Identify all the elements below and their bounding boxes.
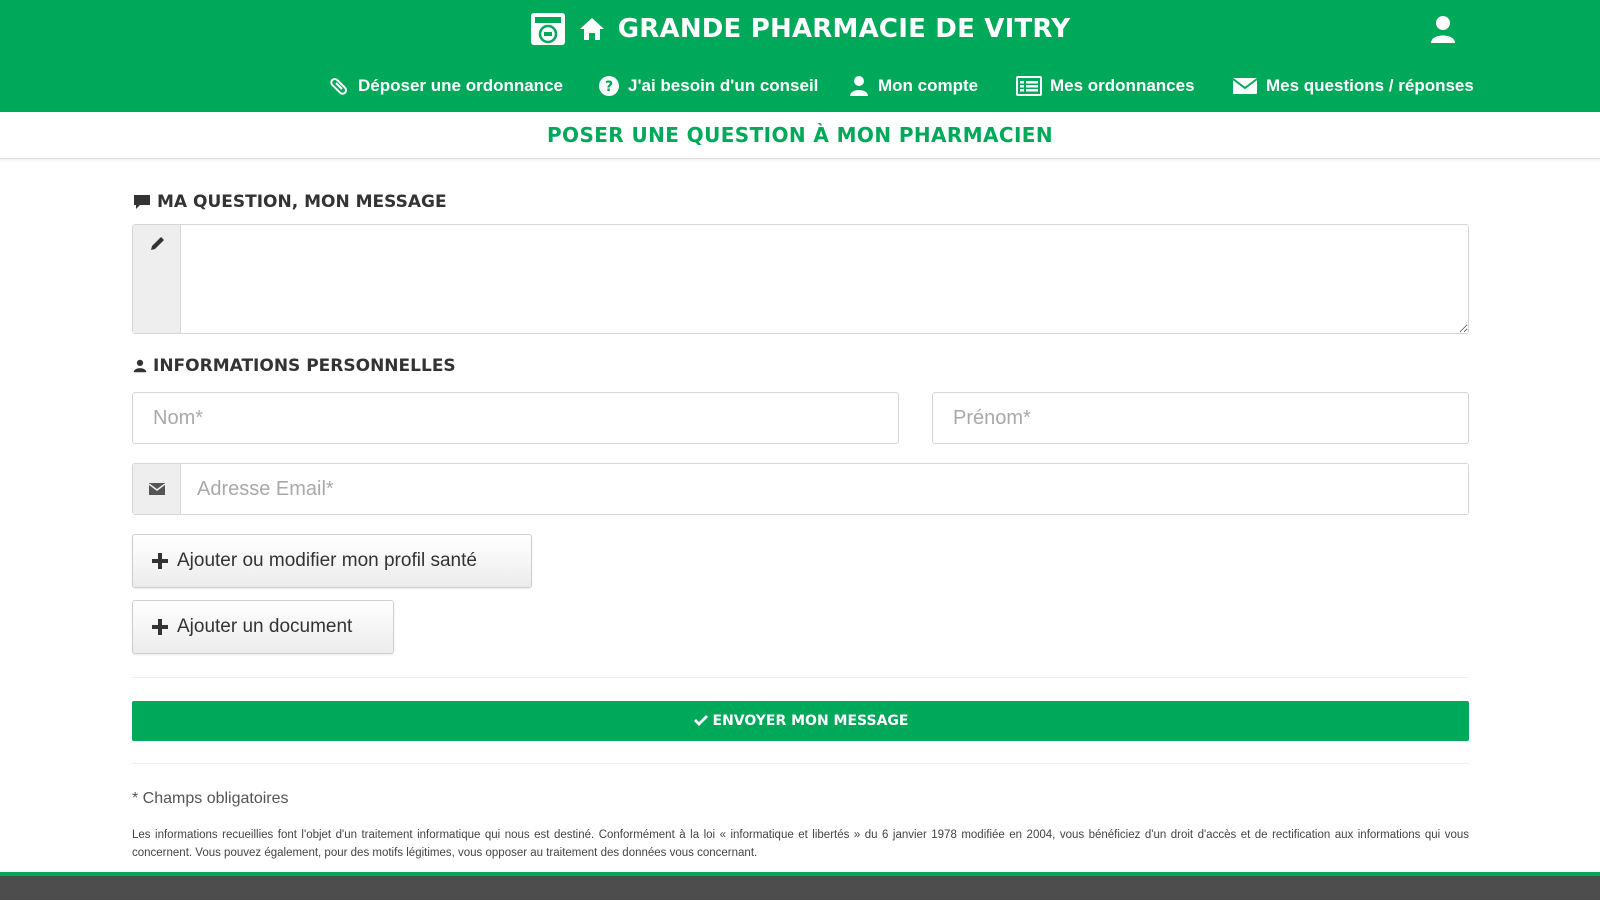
add-document-button-label: Ajouter un document	[177, 616, 353, 637]
personal-label-text: INFORMATIONS PERSONNELLES	[153, 356, 456, 376]
send-message-button[interactable]: ENVOYER MON MESSAGE	[132, 701, 1469, 741]
profile-sante-button-label: Ajouter ou modifier mon profil santé	[177, 550, 477, 571]
nav-item-mon-compte[interactable]: Mon compte	[848, 70, 978, 102]
message-input-group	[132, 224, 1469, 334]
site-title[interactable]: GRANDE PHARMACIE DE VITRY	[618, 14, 1071, 44]
message-label-text: MA QUESTION, MON MESSAGE	[157, 192, 447, 212]
user-account-icon[interactable]	[1430, 14, 1456, 44]
site-footer	[0, 872, 1600, 900]
required-fields-note: * Champs obligatoires	[132, 790, 289, 807]
user-icon	[850, 76, 868, 96]
divider	[132, 677, 1469, 678]
pharmacy-logo-icon[interactable]	[530, 12, 566, 46]
add-document-button[interactable]: Ajouter un document	[132, 600, 394, 654]
page-title-bar: POSER UNE QUESTION À MON PHARMACIEN	[0, 112, 1600, 159]
site-header: GRANDE PHARMACIE DE VITRY Déposer une or…	[0, 0, 1600, 112]
brand: GRANDE PHARMACIE DE VITRY	[0, 8, 1600, 50]
personal-section-label: INFORMATIONS PERSONNELLES	[133, 356, 456, 376]
nav-label: Mon compte	[878, 76, 979, 95]
divider	[132, 763, 1469, 764]
pencil-icon	[150, 237, 164, 250]
svg-text:?: ?	[605, 79, 613, 95]
main-nav: Déposer une ordonnance ? J'ai besoin d'u…	[0, 70, 1600, 102]
plus-icon	[152, 619, 168, 635]
nav-label: Mes ordonnances	[1050, 76, 1195, 95]
message-section-label: MA QUESTION, MON MESSAGE	[133, 192, 447, 212]
nav-item-besoin-conseil[interactable]: ? J'ai besoin d'un conseil	[598, 70, 818, 102]
nav-item-deposer-ordonnance[interactable]: Déposer une ordonnance	[328, 70, 563, 102]
legal-notice: Les informations recueillies font l'obje…	[132, 829, 1469, 859]
message-addon	[133, 225, 181, 333]
send-message-label: ENVOYER MON MESSAGE	[712, 713, 909, 729]
plus-icon	[152, 553, 168, 569]
nav-label: Déposer une ordonnance	[358, 76, 563, 95]
question-circle-icon: ?	[599, 76, 619, 96]
page-title: POSER UNE QUESTION À MON PHARMACIEN	[546, 123, 1053, 147]
nav-item-mes-questions[interactable]: Mes questions / réponses	[1232, 70, 1474, 102]
pill-icon	[330, 77, 348, 95]
prenom-input[interactable]	[932, 392, 1469, 444]
nav-item-mes-ordonnances[interactable]: Mes ordonnances	[1016, 70, 1195, 102]
envelope-icon	[148, 483, 165, 495]
check-icon	[693, 715, 708, 726]
nav-label: J'ai besoin d'un conseil	[628, 76, 819, 95]
list-icon	[1016, 76, 1042, 96]
envelope-icon	[1232, 78, 1258, 94]
profile-sante-button[interactable]: Ajouter ou modifier mon profil santé	[132, 534, 532, 588]
user-icon	[133, 359, 147, 373]
comment-icon	[134, 195, 150, 209]
email-addon	[133, 464, 181, 514]
message-textarea[interactable]	[181, 225, 1468, 333]
email-input[interactable]	[181, 464, 1468, 514]
home-icon[interactable]	[578, 15, 606, 43]
nom-input[interactable]	[132, 392, 899, 444]
email-input-group	[132, 463, 1469, 515]
nav-label: Mes questions / réponses	[1266, 76, 1474, 95]
